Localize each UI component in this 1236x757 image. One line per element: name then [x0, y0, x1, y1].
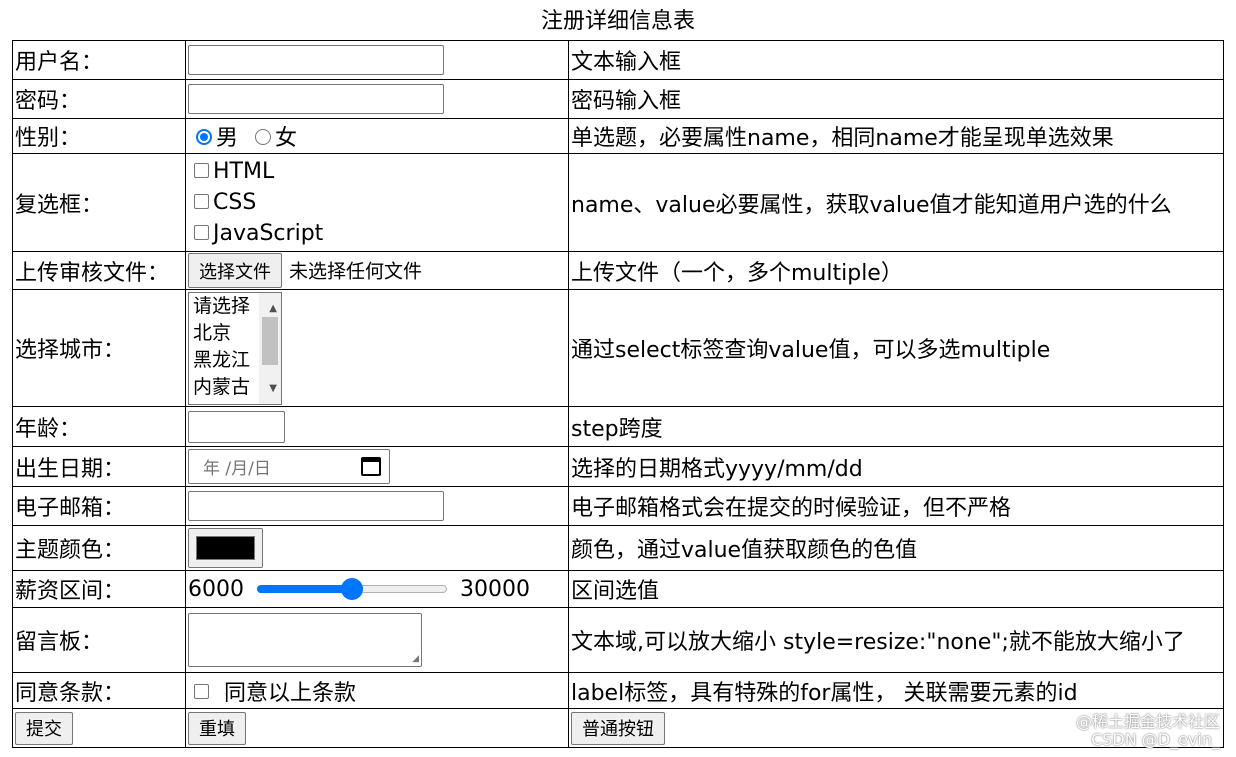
- theme-desc: 颜色，通过value值获取颜色的色值: [568, 525, 1224, 571]
- calendar-icon[interactable]: [361, 457, 381, 476]
- row-agree: 同意条款： 同意以上条款 label标签，具有特殊的for属性， 关联需要元素的…: [12, 672, 1224, 709]
- username-desc: 文本输入框: [568, 40, 1224, 80]
- html-checkbox[interactable]: [194, 162, 209, 178]
- javascript-checkbox-label: JavaScript: [213, 221, 324, 246]
- slider-thumb[interactable]: [341, 577, 363, 600]
- salary-slider[interactable]: [257, 577, 447, 600]
- checkbox-label: 复选框：: [12, 153, 186, 252]
- gender-desc: 单选题，必要属性name，相同name才能呈现单选效果: [568, 118, 1224, 154]
- agree-label: 同意条款：: [12, 672, 186, 709]
- slider-fill: [257, 584, 352, 593]
- row-gender: 性别： 男 女 单选题，必要属性name，相同name才能呈现单选效果: [12, 118, 1224, 154]
- row-password: 密码： 密码输入框: [12, 79, 1224, 119]
- checkbox-desc: name、value必要属性，获取value值才能知道用户选的什么: [568, 153, 1224, 252]
- gender-male-radio[interactable]: [196, 129, 212, 145]
- city-label: 选择城市：: [12, 289, 186, 407]
- birthday-label: 出生日期：: [12, 446, 186, 487]
- row-theme: 主题颜色： 颜色，通过value值获取颜色的色值: [12, 525, 1224, 571]
- gender-female-label: 女: [275, 126, 298, 151]
- date-placeholder: 年 /月/日: [203, 459, 271, 479]
- resize-grip-icon[interactable]: ◢: [412, 655, 419, 664]
- watermark: @稀土掘金技术社区 CSDN @D_evin_: [1076, 713, 1220, 749]
- email-label: 电子邮箱：: [12, 486, 186, 526]
- row-city: 选择城市： 请选择 北京 黑龙江 内蒙古 ▲ ▼ 通过select标签查询val…: [12, 289, 1224, 407]
- upload-label: 上传审核文件：: [12, 251, 186, 290]
- html-checkbox-label: HTML: [213, 159, 275, 184]
- city-desc: 通过select标签查询value值，可以多选multiple: [568, 289, 1224, 407]
- row-upload: 上传审核文件： 选择文件 未选择任何文件 上传文件（一个，多个multiple）: [12, 251, 1224, 290]
- agree-checkbox[interactable]: [194, 684, 209, 699]
- age-input[interactable]: [188, 410, 285, 443]
- color-swatch: [196, 536, 255, 560]
- password-label: 密码：: [12, 79, 186, 119]
- scroll-up-arrow-icon[interactable]: ▲: [269, 295, 277, 322]
- email-desc: 电子邮箱格式会在提交的时候验证，但不严格: [568, 486, 1224, 526]
- scroll-down-arrow-icon[interactable]: ▼: [269, 375, 277, 402]
- salary-label: 薪资区间：: [12, 570, 186, 608]
- birthday-date-input[interactable]: 年 /月/日: [188, 449, 390, 484]
- row-username: 用户名： 文本输入框: [12, 40, 1224, 80]
- row-message: 留言板： ◢ 文本域,可以放大缩小 style=resize:"none";就不…: [12, 607, 1224, 673]
- city-scrollbar-thumb[interactable]: [262, 316, 278, 365]
- message-textarea[interactable]: ◢: [188, 613, 422, 667]
- watermark-line1: @稀土掘金技术社区: [1075, 712, 1220, 731]
- gender-male-label: 男: [216, 126, 239, 151]
- css-checkbox-label: CSS: [213, 190, 257, 215]
- email-input[interactable]: [188, 491, 444, 521]
- file-status: 未选择任何文件: [289, 260, 423, 283]
- username-label: 用户名：: [12, 40, 186, 80]
- agree-text[interactable]: 同意以上条款: [224, 681, 356, 706]
- gender-label: 性别：: [12, 118, 186, 154]
- salary-min: 6000: [188, 576, 244, 602]
- message-desc: 文本域,可以放大缩小 style=resize:"none";就不能放大缩小了: [568, 607, 1224, 673]
- upload-desc: 上传文件（一个，多个multiple）: [568, 251, 1224, 290]
- row-buttons: 提交 重填 普通按钮: [12, 708, 1224, 748]
- row-birthday: 出生日期： 年 /月/日 选择的日期格式yyyy/mm/dd: [12, 446, 1224, 487]
- submit-button[interactable]: 提交: [15, 711, 73, 745]
- theme-label: 主题颜色：: [12, 525, 186, 571]
- birthday-desc: 选择的日期格式yyyy/mm/dd: [568, 446, 1224, 487]
- form-caption: 注册详细信息表: [540, 9, 695, 34]
- username-input[interactable]: [188, 45, 444, 75]
- salary-max: 30000: [460, 576, 530, 602]
- message-label: 留言板：: [12, 607, 186, 673]
- choose-file-button[interactable]: 选择文件: [188, 253, 282, 288]
- age-label: 年龄：: [12, 406, 186, 447]
- reset-button[interactable]: 重填: [188, 711, 246, 745]
- normal-button[interactable]: 普通按钮: [571, 711, 665, 745]
- city-listbox[interactable]: 请选择 北京 黑龙江 内蒙古 ▲ ▼: [188, 291, 282, 405]
- password-input[interactable]: [188, 84, 444, 114]
- watermark-line2: CSDN @D_evin_: [1091, 730, 1220, 749]
- row-age: 年龄： step跨度: [12, 406, 1224, 447]
- theme-color-picker[interactable]: [188, 528, 263, 568]
- javascript-checkbox[interactable]: [194, 224, 209, 240]
- salary-desc: 区间选值: [568, 570, 1224, 608]
- row-email: 电子邮箱： 电子邮箱格式会在提交的时候验证，但不严格: [12, 486, 1224, 526]
- agree-desc: label标签，具有特殊的for属性， 关联需要元素的id: [568, 672, 1224, 709]
- password-desc: 密码输入框: [568, 79, 1224, 119]
- age-desc: step跨度: [568, 406, 1224, 447]
- registration-table: 用户名： 文本输入框 密码： 密码输入框 性别： 男 女 单选题，必要属性nam…: [12, 40, 1224, 748]
- css-checkbox[interactable]: [194, 193, 209, 209]
- row-checkbox: 复选框： HTML CSS JavaScript name、value必要属性，…: [12, 153, 1224, 252]
- gender-female-radio[interactable]: [255, 129, 272, 145]
- row-salary: 薪资区间： 6000 30000 区间选值: [12, 570, 1224, 608]
